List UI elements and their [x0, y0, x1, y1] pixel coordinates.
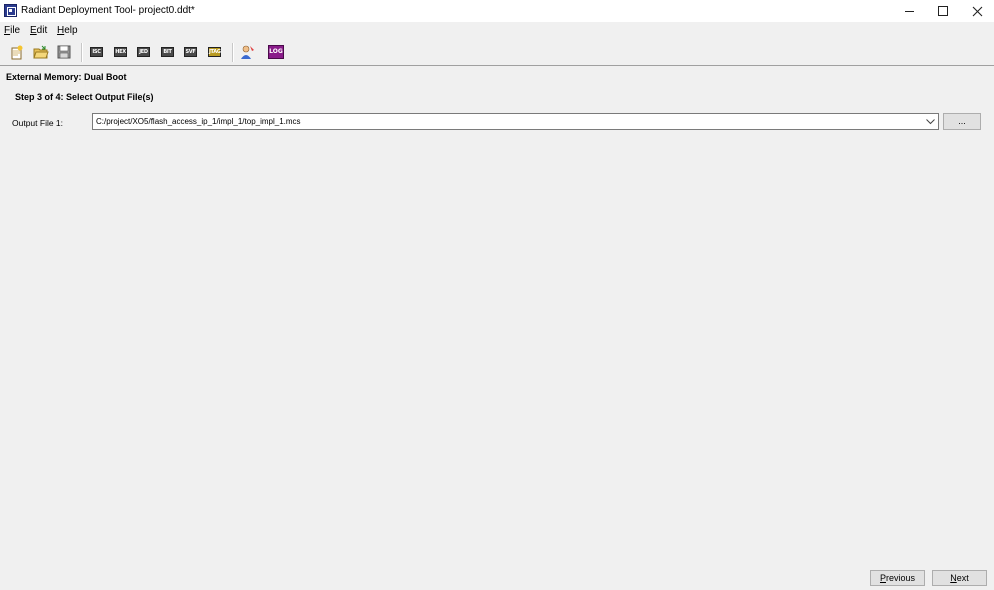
svf-chip-icon: SVF [184, 47, 197, 57]
next-button[interactable]: Next [932, 570, 987, 586]
maximize-icon [938, 6, 948, 16]
new-file-icon [11, 45, 23, 60]
minimize-icon [904, 10, 914, 12]
export-jtag-button[interactable]: JTAG [207, 44, 223, 60]
combo-dropdown-button[interactable] [924, 115, 936, 128]
output-file-label: Output File 1: [12, 118, 64, 128]
menu-edit[interactable]: Edit [30, 25, 47, 36]
toolbar-separator [232, 43, 234, 62]
previous-button[interactable]: Previous [870, 570, 925, 586]
close-button[interactable] [960, 0, 994, 22]
output-file-path: C:/project/XO5/flash_access_ip_1/impl_1/… [96, 117, 301, 126]
hex-chip-icon: HEX [114, 47, 127, 57]
menu-bar: File Edit Help [0, 22, 994, 40]
maximize-button[interactable] [926, 0, 960, 22]
chevron-down-icon [925, 118, 935, 124]
open-folder-icon [33, 45, 49, 59]
close-icon [972, 6, 982, 16]
bit-chip-icon: BIT [161, 47, 174, 57]
save-button[interactable] [56, 44, 72, 60]
open-button[interactable] [33, 44, 49, 60]
menu-help[interactable]: Help [57, 25, 78, 36]
output-file-combobox[interactable]: C:/project/XO5/flash_access_ip_1/impl_1/… [92, 113, 939, 130]
log-button[interactable]: LOG [268, 44, 284, 60]
menu-file[interactable]: File [4, 25, 20, 36]
save-icon [57, 45, 71, 59]
window-title: Radiant Deployment Tool- project0.ddt* [21, 5, 195, 16]
export-isc-button[interactable]: ISC [89, 44, 105, 60]
jtag-chip-icon: JTAG [208, 47, 221, 57]
export-bit-button[interactable]: BIT [160, 44, 176, 60]
new-button[interactable] [9, 44, 25, 60]
step-title: Step 3 of 4: Select Output File(s) [15, 92, 154, 102]
browse-button[interactable]: ... [943, 113, 981, 130]
external-memory-label: External Memory: Dual Boot [6, 72, 127, 82]
export-hex-button[interactable]: HEX [113, 44, 129, 60]
export-jed-button[interactable]: JED [136, 44, 152, 60]
deploy-person-icon [241, 45, 254, 59]
export-svf-button[interactable]: SVF [183, 44, 199, 60]
toolbar-separator [81, 43, 83, 62]
deploy-button[interactable] [240, 44, 256, 60]
minimize-button[interactable] [892, 0, 926, 22]
app-icon [4, 4, 17, 17]
isc-chip-icon: ISC [90, 47, 103, 57]
title-bar: Radiant Deployment Tool- project0.ddt* [0, 0, 994, 22]
toolbar: ISC HEX JED BIT SVF JTAG LOG [0, 40, 994, 66]
jed-chip-icon: JED [137, 47, 150, 57]
log-icon-label: LOG [269, 48, 283, 55]
